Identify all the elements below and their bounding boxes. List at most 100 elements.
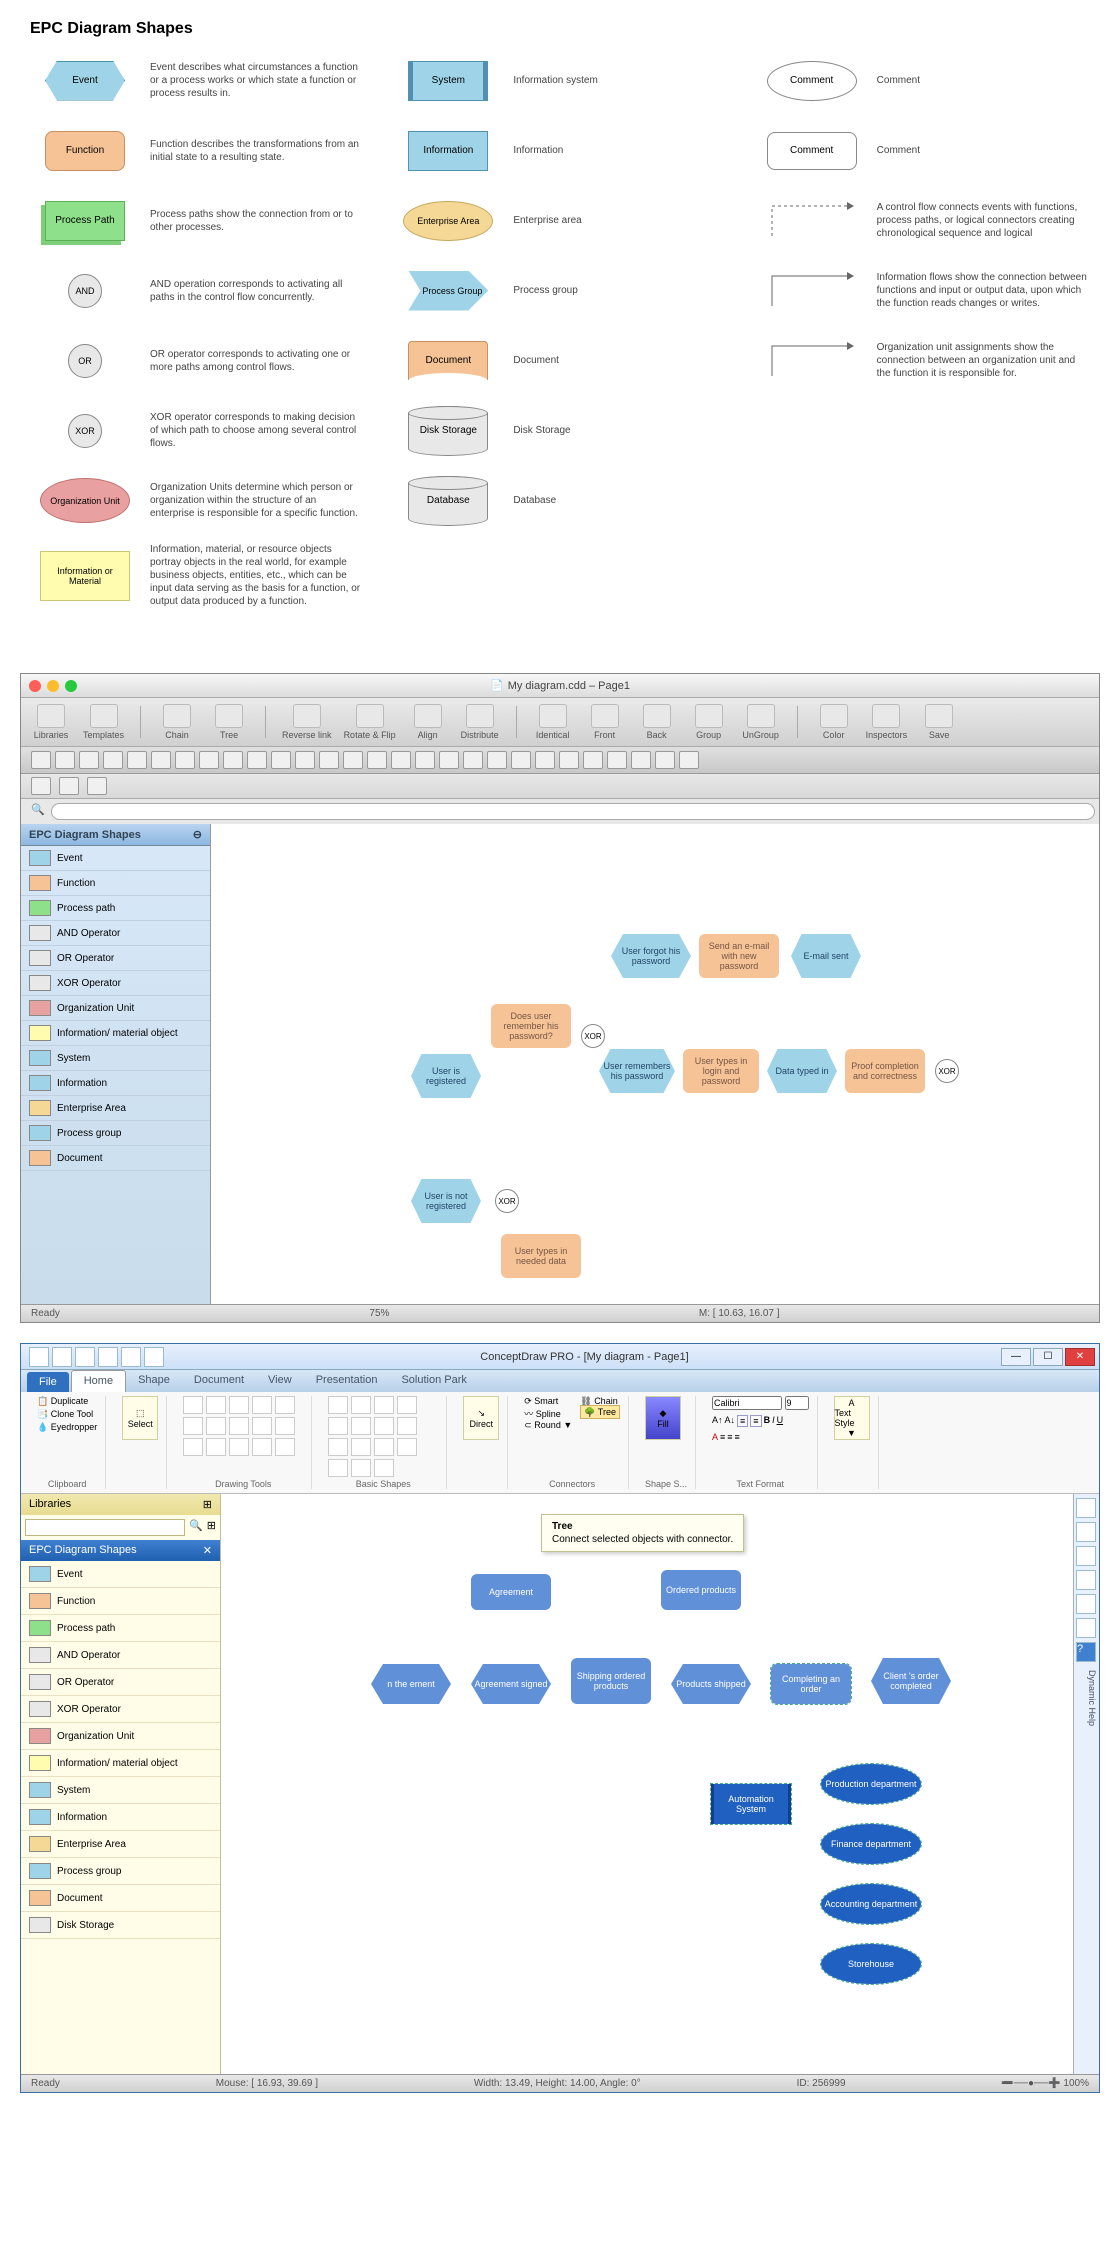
- tool-icon[interactable]: [1076, 1594, 1096, 1614]
- reverse-link-button[interactable]: Reverse link: [282, 704, 332, 740]
- diagram-node[interactable]: User remembers his password: [599, 1049, 675, 1093]
- shape-btn[interactable]: [374, 1396, 394, 1414]
- diagram-node[interactable]: n the ement: [371, 1664, 451, 1704]
- tab-file[interactable]: File: [27, 1372, 69, 1392]
- mac-canvas[interactable]: User is registeredDoes user remember his…: [211, 824, 1099, 1304]
- zoom-icon[interactable]: [65, 680, 77, 692]
- tab-shape[interactable]: Shape: [126, 1370, 182, 1392]
- tab-view[interactable]: View: [256, 1370, 304, 1392]
- smart-button[interactable]: ⟳ Smart: [524, 1396, 558, 1406]
- help-tab[interactable]: Dynamic Help: [1076, 1670, 1097, 1726]
- tool-btn[interactable]: [183, 1396, 203, 1414]
- tool-btn[interactable]: [275, 1438, 295, 1456]
- shape-btn[interactable]: [351, 1438, 371, 1456]
- ungroup-button[interactable]: UnGroup: [741, 704, 781, 740]
- sidebar-item[interactable]: Information: [21, 1071, 210, 1096]
- mini-tool[interactable]: [127, 751, 147, 769]
- sidebar-item[interactable]: AND Operator: [21, 1642, 220, 1669]
- sidebar-item[interactable]: Organization Unit: [21, 1723, 220, 1750]
- diagram-node[interactable]: Products shipped: [671, 1664, 751, 1704]
- eyedropper-button[interactable]: 💧 Eyedropper: [37, 1422, 97, 1433]
- sidebar-item[interactable]: Process path: [21, 1615, 220, 1642]
- mini-tool[interactable]: [631, 751, 651, 769]
- mini-tool[interactable]: [655, 751, 675, 769]
- mini-tool[interactable]: [151, 751, 171, 769]
- align-button[interactable]: Align: [408, 704, 448, 740]
- shape-btn[interactable]: [328, 1438, 348, 1456]
- distribute-button[interactable]: Distribute: [460, 704, 500, 740]
- sidebar-item[interactable]: Event: [21, 1561, 220, 1588]
- shape-btn[interactable]: [397, 1438, 417, 1456]
- mini-tool[interactable]: [247, 751, 267, 769]
- round-button[interactable]: ⊂ Round ▼: [524, 1420, 572, 1430]
- font-color-icon[interactable]: A: [712, 1432, 718, 1442]
- tool-icon[interactable]: [1076, 1546, 1096, 1566]
- tool-btn[interactable]: [206, 1396, 226, 1414]
- align-icon[interactable]: ≡: [720, 1432, 725, 1442]
- bold-icon[interactable]: B: [764, 1415, 771, 1427]
- sidebar-item[interactable]: Document: [21, 1885, 220, 1912]
- qat-btn[interactable]: [75, 1347, 95, 1367]
- italic-icon[interactable]: I: [772, 1415, 775, 1427]
- sidebar-item[interactable]: Function: [21, 871, 210, 896]
- diagram-node[interactable]: Ordered products: [661, 1570, 741, 1610]
- text-style-button[interactable]: AText Style ▼: [834, 1396, 870, 1440]
- sidebar-item[interactable]: Enterprise Area: [21, 1096, 210, 1121]
- mini-tool[interactable]: [439, 751, 459, 769]
- help-icon[interactable]: ?: [1076, 1642, 1096, 1662]
- mini-tool[interactable]: [391, 751, 411, 769]
- close-icon[interactable]: ✕: [203, 1544, 212, 1557]
- sidebar-item[interactable]: System: [21, 1046, 210, 1071]
- chain-button[interactable]: Chain: [157, 704, 197, 740]
- tool-btn[interactable]: [229, 1396, 249, 1414]
- lib-search-input[interactable]: [25, 1519, 185, 1536]
- front-button[interactable]: Front: [585, 704, 625, 740]
- select-button[interactable]: ⬚Select: [122, 1396, 158, 1440]
- diagram-node[interactable]: Agreement signed: [471, 1664, 551, 1704]
- diagram-node[interactable]: XOR: [581, 1024, 605, 1048]
- sidebar-item[interactable]: Information/ material object: [21, 1021, 210, 1046]
- sidebar-item[interactable]: Enterprise Area: [21, 1831, 220, 1858]
- sidebar-item[interactable]: System: [21, 1777, 220, 1804]
- tool-btn[interactable]: [275, 1417, 295, 1435]
- font-select[interactable]: [712, 1396, 782, 1410]
- minimize-button[interactable]: —: [1001, 1348, 1031, 1366]
- diagram-node[interactable]: Shipping ordered products: [571, 1658, 651, 1704]
- diagram-node[interactable]: User types in needed data: [501, 1234, 581, 1278]
- shape-btn[interactable]: [351, 1396, 371, 1414]
- mini-tool[interactable]: [55, 751, 75, 769]
- diagram-node[interactable]: Production department: [821, 1764, 921, 1804]
- diagram-node[interactable]: Completing an order: [771, 1664, 851, 1704]
- qat-btn[interactable]: [29, 1347, 49, 1367]
- underline-icon[interactable]: U: [777, 1415, 784, 1427]
- group-button[interactable]: Group: [689, 704, 729, 740]
- sidebar-item[interactable]: Document: [21, 1146, 210, 1171]
- shape-btn[interactable]: [374, 1459, 394, 1477]
- diagram-node[interactable]: Accounting department: [821, 1884, 921, 1924]
- sidebar-item[interactable]: XOR Operator: [21, 971, 210, 996]
- sidebar-item[interactable]: Information/ material object: [21, 1750, 220, 1777]
- shape-btn[interactable]: [328, 1396, 348, 1414]
- mini-tool[interactable]: [295, 751, 315, 769]
- sidebar-item[interactable]: Function: [21, 1588, 220, 1615]
- diagram-node[interactable]: Data typed in: [767, 1049, 837, 1093]
- sidebar-item[interactable]: Process group: [21, 1858, 220, 1885]
- tool-icon[interactable]: [1076, 1618, 1096, 1638]
- tool-btn[interactable]: [252, 1396, 272, 1414]
- mini-tool[interactable]: [607, 751, 627, 769]
- sidebar-item[interactable]: Event: [21, 846, 210, 871]
- back-button[interactable]: Back: [637, 704, 677, 740]
- shape-btn[interactable]: [397, 1396, 417, 1414]
- tool-btn[interactable]: [206, 1417, 226, 1435]
- align-icon[interactable]: ≡: [735, 1432, 740, 1442]
- direct-button[interactable]: ↘Direct: [463, 1396, 499, 1440]
- qat-btn[interactable]: [52, 1347, 72, 1367]
- align-icon[interactable]: ≡: [727, 1432, 732, 1442]
- maximize-button[interactable]: ☐: [1033, 1348, 1063, 1366]
- identical-button[interactable]: Identical: [533, 704, 573, 740]
- diagram-node[interactable]: Send an e-mail with new password: [699, 934, 779, 978]
- tool-icon[interactable]: [1076, 1570, 1096, 1590]
- save-button[interactable]: Save: [919, 704, 959, 740]
- shape-btn[interactable]: [374, 1438, 394, 1456]
- diagram-node[interactable]: Finance department: [821, 1824, 921, 1864]
